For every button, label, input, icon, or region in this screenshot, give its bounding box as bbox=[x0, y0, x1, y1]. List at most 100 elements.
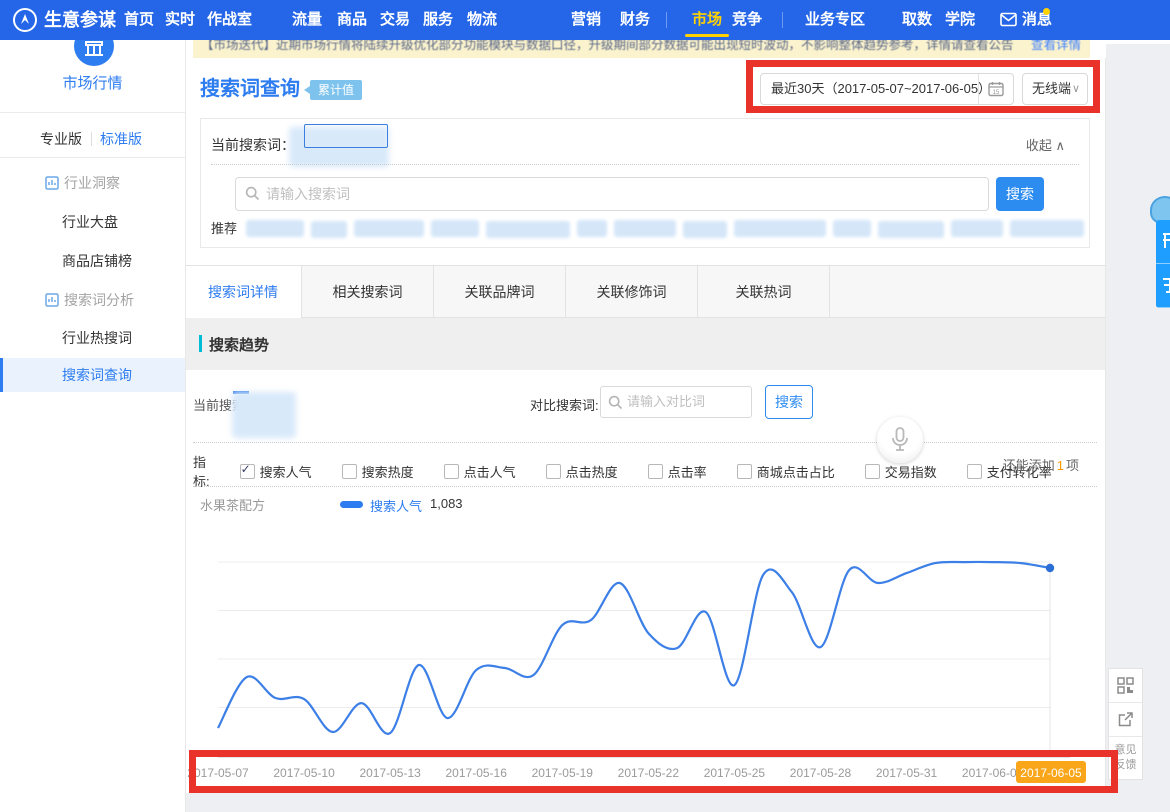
report-icon bbox=[45, 293, 59, 307]
qr-code-icon bbox=[1117, 677, 1134, 694]
tab-search-word-detail[interactable]: 搜索词详情 bbox=[185, 266, 302, 319]
checkbox[interactable] bbox=[967, 464, 982, 479]
version-std-link[interactable]: 标准版 bbox=[100, 124, 142, 154]
search-term-panel: 当前搜索词： 收起 ∧ 请输入搜索词 搜索 推荐 bbox=[200, 118, 1090, 248]
series-keyword: 水果茶配方 bbox=[200, 495, 265, 514]
compare-search-button[interactable]: 搜索 bbox=[765, 385, 813, 419]
sidebar-section-industry-insight: 行业洞察 bbox=[0, 168, 185, 198]
nav-item-data-fetch[interactable]: 取数 bbox=[902, 0, 932, 40]
sidebar-item-product-shop-rank[interactable]: 商品店铺榜 bbox=[0, 246, 185, 276]
metric-click-rate[interactable]: 点击率 bbox=[648, 462, 707, 481]
announcement-detail-link[interactable]: 查看详情 bbox=[1031, 40, 1081, 52]
recommended-term-masked[interactable] bbox=[354, 220, 424, 237]
tab-related-modifier-words[interactable]: 关联修饰词 bbox=[566, 266, 698, 318]
recommended-term-masked[interactable] bbox=[833, 220, 871, 237]
recommended-term-masked[interactable] bbox=[577, 220, 607, 237]
date-range-value: 最近30天（2017-05-07~2017-06-05） bbox=[771, 74, 991, 104]
metric-search-heat[interactable]: 搜索热度 bbox=[342, 462, 414, 481]
recommend-label: 推荐 bbox=[211, 218, 237, 237]
recommended-term-masked[interactable] bbox=[683, 221, 727, 238]
nav-item-realtime[interactable]: 实时 bbox=[165, 0, 195, 40]
nav-item-trade[interactable]: 交易 bbox=[380, 0, 410, 40]
nav-divider bbox=[666, 12, 667, 28]
qr-code-button[interactable] bbox=[1109, 669, 1142, 703]
nav-item-traffic[interactable]: 流量 bbox=[292, 0, 322, 40]
recommended-term-masked[interactable] bbox=[486, 221, 570, 238]
tab-bar: 搜索词详情 相关搜索词 关联品牌词 关联修饰词 关联热词 bbox=[185, 265, 1105, 318]
envelope-icon[interactable] bbox=[1000, 12, 1017, 27]
legend-line-marker[interactable] bbox=[340, 501, 363, 508]
voice-assistant-button[interactable] bbox=[877, 417, 923, 463]
share-button[interactable] bbox=[1109, 703, 1142, 737]
nav-item-logistics[interactable]: 物流 bbox=[467, 0, 497, 40]
nav-active-underline bbox=[685, 34, 729, 37]
nav-item-business-zone[interactable]: 业务专区 bbox=[805, 0, 865, 40]
section-header: 搜索趋势 bbox=[185, 318, 1105, 370]
collapse-toggle[interactable]: 收起 ∧ bbox=[1026, 135, 1065, 154]
nav-item-marketing[interactable]: 营销 bbox=[571, 0, 601, 40]
checkbox[interactable] bbox=[444, 464, 459, 479]
sidebar-item-search-word-query[interactable]: 搜索词查询 bbox=[0, 358, 185, 392]
tab-related-search-words[interactable]: 相关搜索词 bbox=[302, 266, 434, 318]
recommended-term-masked[interactable] bbox=[878, 221, 944, 238]
nav-item-service[interactable]: 服务 bbox=[423, 0, 453, 40]
checkbox[interactable] bbox=[648, 464, 663, 479]
sidebar-item-hot-search-words[interactable]: 行业热搜词 bbox=[0, 323, 185, 353]
quota-number: 1 bbox=[1055, 458, 1066, 473]
checkbox[interactable] bbox=[865, 464, 880, 479]
nav-item-messages[interactable]: 消息 bbox=[1022, 0, 1052, 40]
legend-series-value: 1,083 bbox=[430, 496, 463, 511]
x-axis-tick-label: 2017-05-31 bbox=[876, 766, 938, 780]
compare-term-label: 对比搜索词: bbox=[530, 395, 599, 414]
section-accent-bar bbox=[199, 335, 202, 352]
brand-name[interactable]: 生意参谋 bbox=[44, 0, 116, 40]
legend-series-name[interactable]: 搜索人气 bbox=[370, 496, 422, 515]
tab-related-brand-words[interactable]: 关联品牌词 bbox=[434, 266, 566, 318]
nav-item-finance[interactable]: 财务 bbox=[620, 0, 650, 40]
calendar-button[interactable]: 15 bbox=[978, 74, 1013, 104]
chevron-down-icon: ∨ bbox=[1072, 74, 1080, 104]
checkbox-checked[interactable] bbox=[240, 464, 255, 479]
feedback-button[interactable]: 意见 反馈 bbox=[1109, 737, 1142, 779]
search-input[interactable]: 请输入搜索词 bbox=[235, 177, 989, 211]
nav-item-home[interactable]: 首页 bbox=[124, 0, 154, 40]
cumulative-badge: 累计值 bbox=[310, 80, 362, 100]
checkbox[interactable] bbox=[342, 464, 357, 479]
recommended-term-masked[interactable] bbox=[734, 220, 826, 237]
sidebar-item-industry-board[interactable]: 行业大盘 bbox=[0, 207, 185, 237]
recommended-term-masked[interactable] bbox=[951, 220, 1003, 237]
promo-widget-cell[interactable] bbox=[1156, 220, 1170, 264]
metric-mall-click-share[interactable]: 商城点击占比 bbox=[737, 462, 835, 481]
metric-click-popularity[interactable]: 点击人气 bbox=[444, 462, 516, 481]
metric-click-heat[interactable]: 点击热度 bbox=[546, 462, 618, 481]
recommended-term-masked[interactable] bbox=[614, 220, 676, 237]
last-point-marker[interactable] bbox=[1046, 564, 1054, 572]
promo-side-widget[interactable] bbox=[1156, 220, 1170, 308]
checkbox[interactable] bbox=[737, 464, 752, 479]
recommended-terms-masked[interactable] bbox=[246, 218, 1081, 238]
page-title: 搜索词查询 bbox=[200, 72, 300, 101]
device-select[interactable]: 无线端 ∨ bbox=[1022, 73, 1088, 105]
divider bbox=[193, 442, 1097, 443]
metric-trade-index[interactable]: 交易指数 bbox=[865, 462, 937, 481]
recommended-term-masked[interactable] bbox=[431, 220, 479, 237]
nav-item-product[interactable]: 商品 bbox=[337, 0, 367, 40]
divider bbox=[193, 486, 1097, 487]
metric-search-popularity[interactable]: 搜索人气 bbox=[240, 462, 312, 481]
recommended-term-masked[interactable] bbox=[1010, 220, 1084, 237]
recommended-term-masked[interactable] bbox=[246, 220, 304, 237]
version-pro-link[interactable]: 专业版 bbox=[40, 124, 82, 154]
microphone-icon bbox=[891, 427, 909, 453]
nav-item-competition[interactable]: 竞争 bbox=[732, 0, 762, 40]
search-button[interactable]: 搜索 bbox=[996, 177, 1044, 211]
compare-input-placeholder: 请输入对比词 bbox=[627, 387, 705, 417]
nav-item-war-room[interactable]: 作战室 bbox=[207, 0, 252, 40]
compare-input[interactable]: 请输入对比词 bbox=[600, 386, 752, 418]
checkbox[interactable] bbox=[546, 464, 561, 479]
nav-item-academy[interactable]: 学院 bbox=[945, 0, 975, 40]
recommended-term-masked[interactable] bbox=[311, 221, 347, 238]
date-range-picker[interactable]: 最近30天（2017-05-07~2017-06-05） 15 bbox=[760, 73, 1014, 105]
tab-related-hot-words[interactable]: 关联热词 bbox=[698, 266, 830, 318]
promo-widget-cell[interactable] bbox=[1156, 264, 1170, 308]
section-title: 搜索趋势 bbox=[209, 334, 269, 355]
